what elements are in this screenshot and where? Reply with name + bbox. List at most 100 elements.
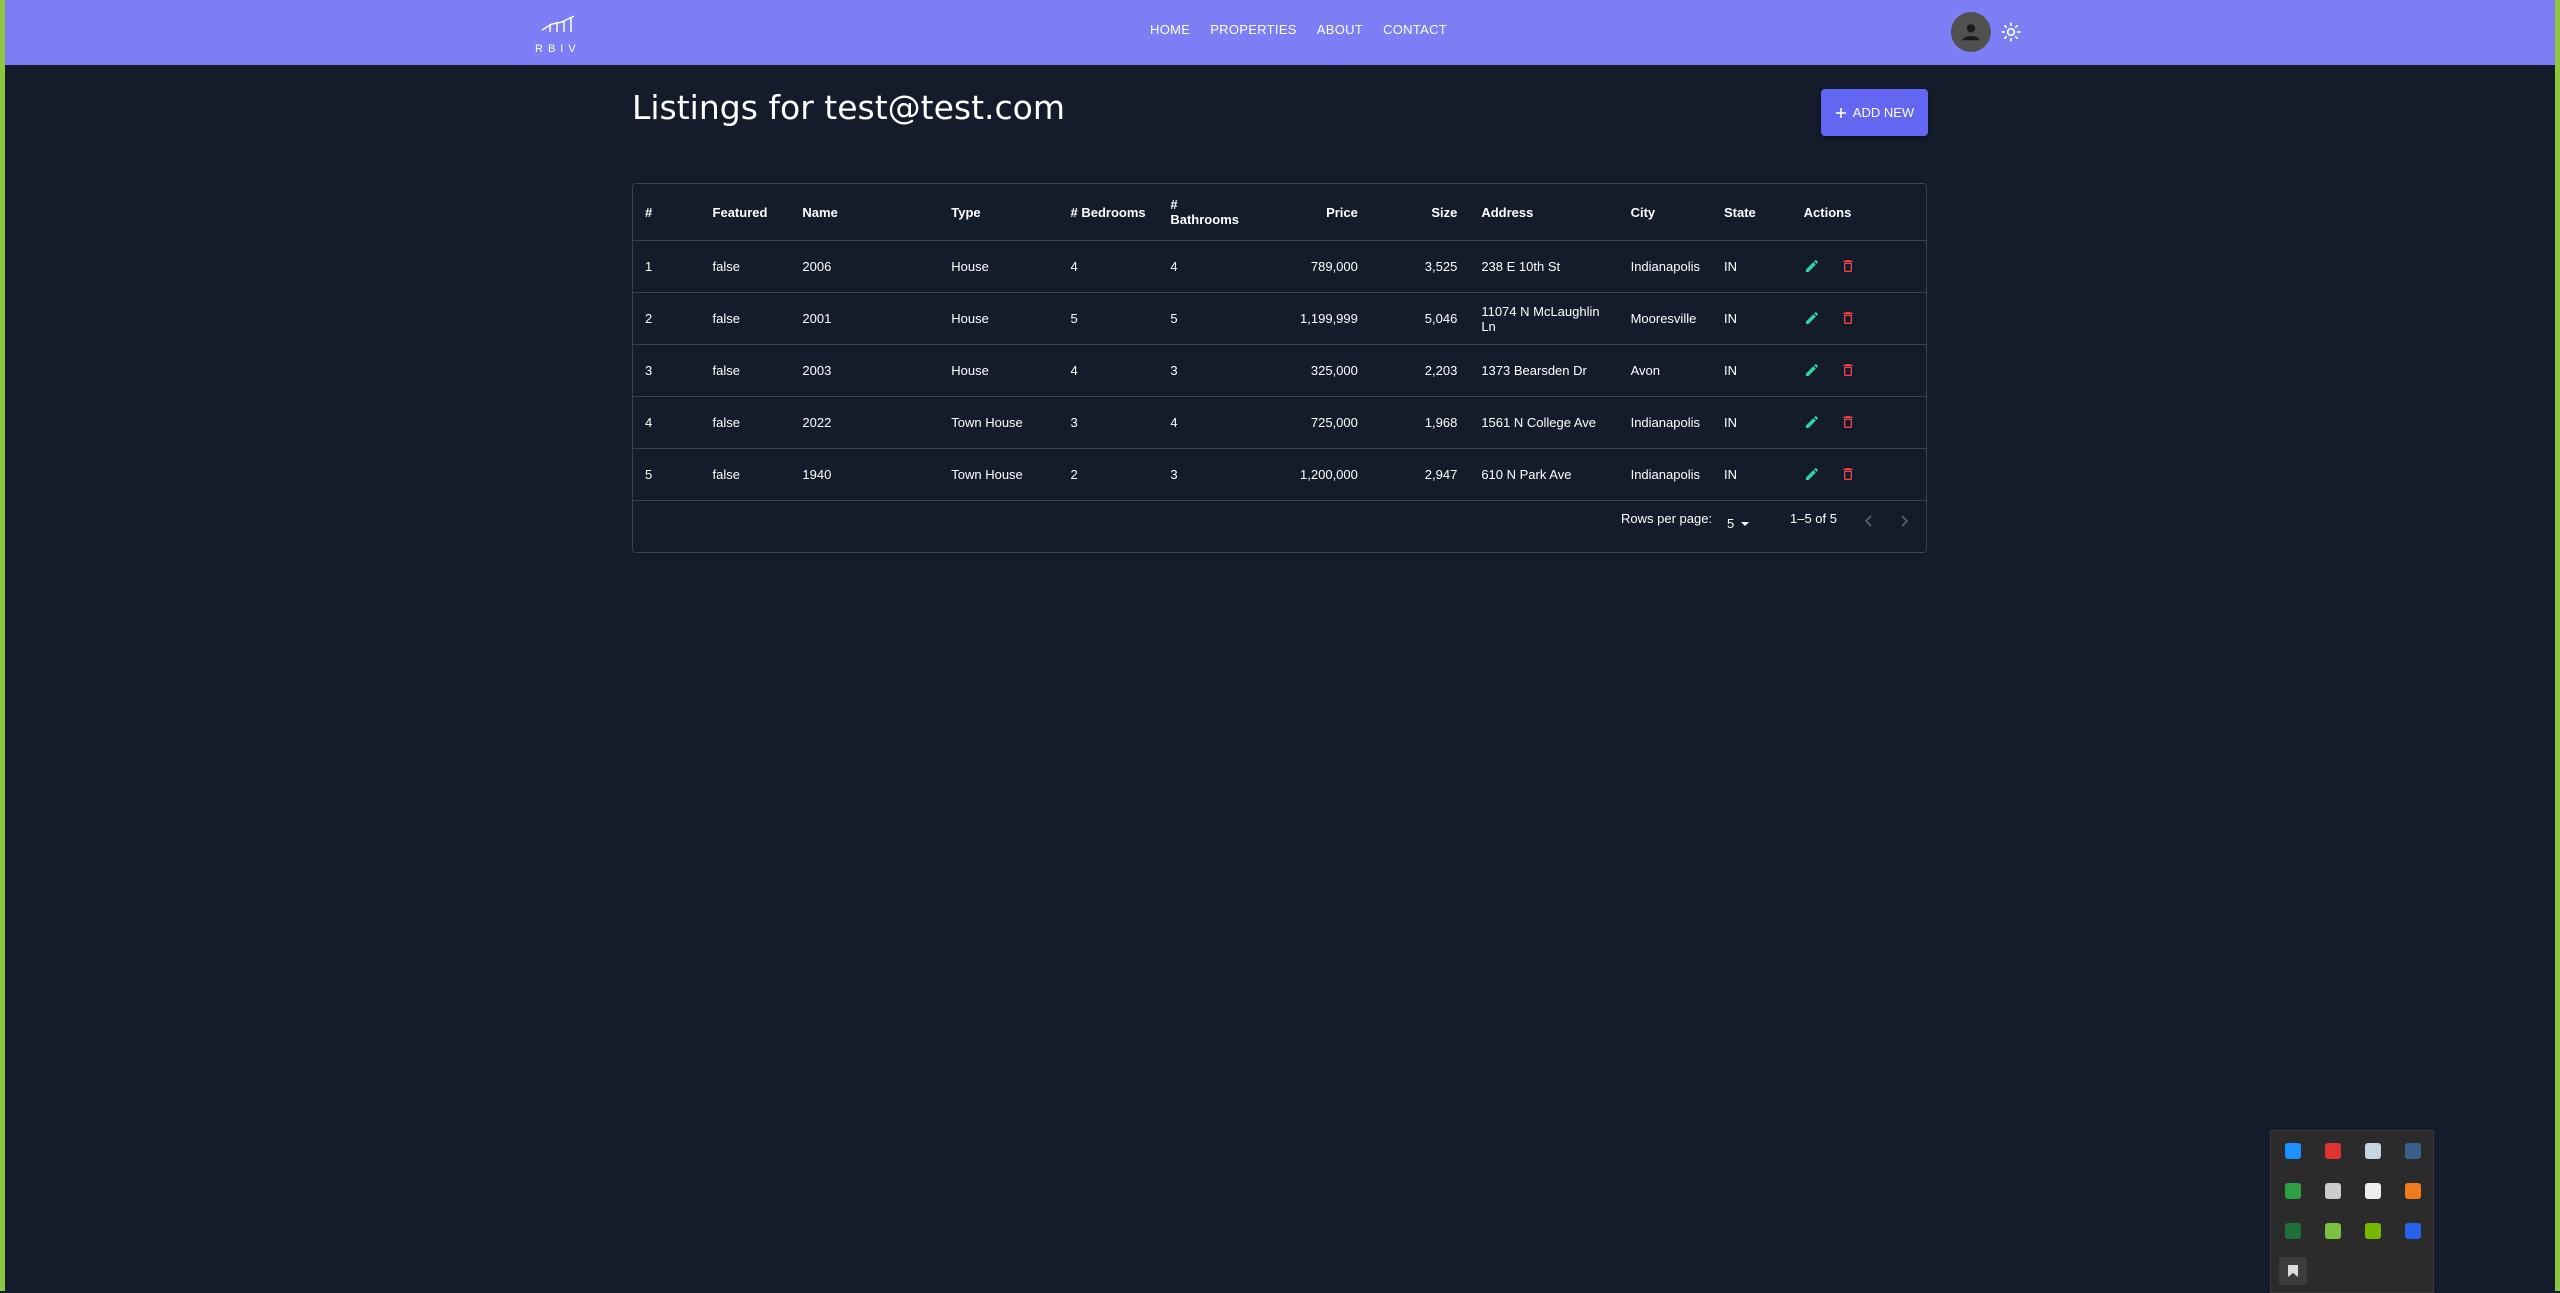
logo[interactable]: RBIV [535,8,591,58]
header-name[interactable]: Name [790,184,940,241]
cell-featured: false [700,240,791,293]
header-index[interactable]: # [633,184,701,241]
delete-icon[interactable] [1840,414,1858,432]
header-bedrooms[interactable]: # Bedrooms [1058,184,1159,241]
cell-bathrooms: 3 [1158,448,1259,501]
cell-size: 5,046 [1369,292,1470,345]
cell-state: IN [1711,344,1792,397]
chevron-left-icon [1864,515,1872,527]
delete-icon[interactable] [1840,258,1858,276]
cell-bedrooms: 2 [1058,448,1159,501]
logo-icon [541,15,575,32]
window-border-left [0,0,5,1291]
copy-icon[interactable] [2325,1183,2341,1199]
cell-featured: false [700,344,791,397]
table-row: 1 false 2006 House 4 4 789,000 3,525 238 E 10th … [633,240,1926,293]
caret-down-icon [1741,521,1750,526]
microphone-icon[interactable] [2365,1183,2381,1199]
header-price[interactable]: Price [1258,184,1370,241]
bluetooth-icon[interactable] [2285,1143,2301,1159]
cell-featured: false [700,292,791,345]
header-address[interactable]: Address [1469,184,1619,241]
cell-actions [1791,240,1926,293]
edit-icon[interactable] [1804,310,1822,328]
window-border-right [2555,0,2560,1291]
z-app-icon[interactable] [2405,1223,2421,1239]
table-row: 3 false 2003 House 4 3 325,000 2,203 1373 Bearsd… [633,344,1926,397]
pagination-range: 1–5 of 5 [1790,511,1837,526]
steam-icon[interactable] [2365,1143,2381,1159]
delete-icon[interactable] [1840,310,1858,328]
header-type[interactable]: Type [939,184,1059,241]
edit-icon[interactable] [1804,466,1822,484]
cell-address: 1561 N College Ave [1469,396,1619,449]
page-title: Listings for test@test.com [632,88,1065,127]
cell-address: 11074 N McLaughlin Ln [1469,292,1619,345]
cell-type: House [939,292,1059,345]
nvidia-icon[interactable] [2365,1223,2381,1239]
table-row: 4 false 2022 Town House 3 4 725,000 1,968 1561 N… [633,396,1926,449]
cell-city: Indianapolis [1618,396,1712,449]
previous-page-button[interactable] [1862,514,1876,531]
row-actions [1804,345,1914,396]
cell-address: 1373 Bearsden Dr [1469,344,1619,397]
cell-price: 325,000 [1258,344,1370,397]
circle-app-icon[interactable] [2405,1143,2421,1159]
logo-text: RBIV [535,43,581,55]
header-bathrooms[interactable]: # Bathrooms [1158,184,1259,241]
system-tray-overflow [2270,1130,2434,1293]
header-city[interactable]: City [1618,184,1712,241]
green-ring-icon[interactable] [2285,1223,2301,1239]
cell-size: 2,947 [1369,448,1470,501]
nav-properties[interactable]: PROPERTIES [1210,22,1297,37]
cell-price: 725,000 [1258,396,1370,449]
listings-table: # Featured Name Type # Bedrooms # Bathro… [632,183,1927,553]
cell-name: 2003 [790,344,940,397]
user-icon [1962,24,1980,41]
row-actions [1804,449,1914,500]
edit-icon[interactable] [1804,258,1822,276]
cell-bedrooms: 3 [1058,396,1159,449]
play-icon[interactable] [2325,1223,2341,1239]
green-circle-icon[interactable] [2285,1183,2301,1199]
cell-bedrooms: 4 [1058,344,1159,397]
cell-city: Avon [1618,344,1712,397]
add-new-label: ADD NEW [1852,105,1915,120]
cell-featured: false [700,448,791,501]
table-row: 2 false 2001 House 5 5 1,199,999 5,046 11074 N M… [633,292,1926,345]
rows-per-page-select[interactable]: 5 [1727,516,1750,531]
orange-app-icon[interactable] [2405,1183,2421,1199]
cell-featured: false [700,396,791,449]
sun-icon [2001,22,2021,42]
cell-bathrooms: 3 [1158,344,1259,397]
nav-contact[interactable]: CONTACT [1383,22,1447,37]
delete-icon[interactable] [1840,466,1858,484]
header-featured[interactable]: Featured [700,184,791,241]
header-state[interactable]: State [1711,184,1792,241]
nav-about[interactable]: ABOUT [1317,22,1363,37]
header-size[interactable]: Size [1369,184,1470,241]
edit-icon[interactable] [1804,362,1822,380]
bookmark-icon[interactable] [2279,1257,2307,1285]
next-page-button[interactable] [1897,514,1911,531]
cell-index: 1 [633,240,701,293]
avatar[interactable] [1951,12,1991,52]
cell-bedrooms: 4 [1058,240,1159,293]
cell-state: IN [1711,292,1792,345]
edit-icon[interactable] [1804,414,1822,432]
add-new-button[interactable]: ADD NEW [1821,89,1928,136]
nav-links: HOME PROPERTIES ABOUT CONTACT [1150,22,1447,37]
row-actions [1804,241,1914,292]
shield-icon[interactable] [2325,1143,2341,1159]
cell-state: IN [1711,396,1792,449]
pagination: Rows per page: 5 1–5 of 5 [633,500,1926,552]
row-actions [1804,397,1914,448]
chevron-right-icon [1901,515,1909,527]
cell-size: 1,968 [1369,396,1470,449]
theme-toggle[interactable] [1999,20,2023,44]
delete-icon[interactable] [1840,362,1858,380]
cell-name: 2006 [790,240,940,293]
cell-name: 2022 [790,396,940,449]
cell-actions [1791,292,1926,345]
nav-home[interactable]: HOME [1150,22,1190,37]
